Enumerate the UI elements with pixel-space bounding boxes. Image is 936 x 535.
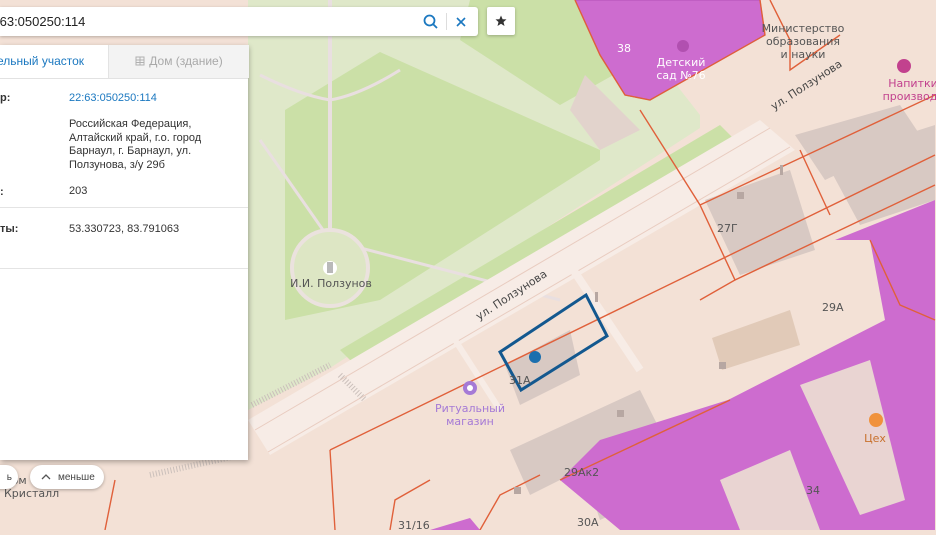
search-button[interactable]	[417, 7, 445, 36]
label-house-29a: 29А	[822, 301, 844, 314]
label-kindergarten: Детский сад №76	[656, 56, 706, 82]
label-house-29ak2: 29Ак2	[564, 466, 600, 479]
favorite-button[interactable]	[487, 7, 515, 35]
label-house-38: 38	[617, 42, 631, 55]
area-label: :	[0, 186, 4, 198]
area-value: 203	[69, 185, 88, 197]
divider	[0, 207, 248, 208]
cadastral-number-label: р:	[0, 92, 11, 104]
label-ceh: Цех	[864, 432, 886, 445]
label-ministry: Министерство образования и науки	[761, 22, 845, 61]
close-icon	[456, 16, 466, 27]
search-bar	[0, 7, 478, 36]
tab-building[interactable]: Дом (здание)	[108, 45, 249, 78]
label-house-30a: 30А	[577, 516, 599, 529]
label-house-31-16: 31/16	[398, 519, 430, 532]
info-panel: ельный участок Дом (здание) р: 22:63:050…	[0, 45, 249, 460]
divider	[0, 268, 248, 269]
less-button[interactable]: меньше	[30, 465, 104, 489]
parcel-marker	[529, 351, 541, 363]
star-icon	[495, 15, 507, 26]
panel-tabs: ельный участок Дом (здание)	[0, 45, 249, 79]
search-icon	[423, 14, 438, 29]
label-house-34: 34	[806, 484, 820, 497]
label-house-27g: 27Г	[717, 222, 738, 235]
more-label: ь	[6, 471, 12, 483]
clear-search-button[interactable]	[447, 7, 475, 36]
label-ritual-shop: Ритуальный магазин	[435, 402, 505, 428]
search-input[interactable]	[0, 7, 410, 36]
cadastral-number-value[interactable]: 22:63:050250:114	[69, 92, 239, 106]
building-icon	[135, 56, 145, 66]
label-house-31a: 31А	[509, 374, 531, 387]
label-polzunov-monument: И.И. Ползунов	[290, 277, 372, 290]
coordinates-label: ты:	[0, 223, 19, 235]
address-value: Российская Федерация, Алтайский край, г.…	[69, 118, 202, 171]
less-label: меньше	[58, 471, 95, 483]
coordinates-value: 53.330723, 83.791063	[69, 223, 180, 235]
tab-building-label: Дом (здание)	[149, 54, 223, 68]
label-drinks: Напиткипроизводс	[882, 77, 936, 103]
tab-land-plot[interactable]: ельный участок	[0, 45, 108, 78]
chevron-up-icon	[41, 474, 51, 480]
